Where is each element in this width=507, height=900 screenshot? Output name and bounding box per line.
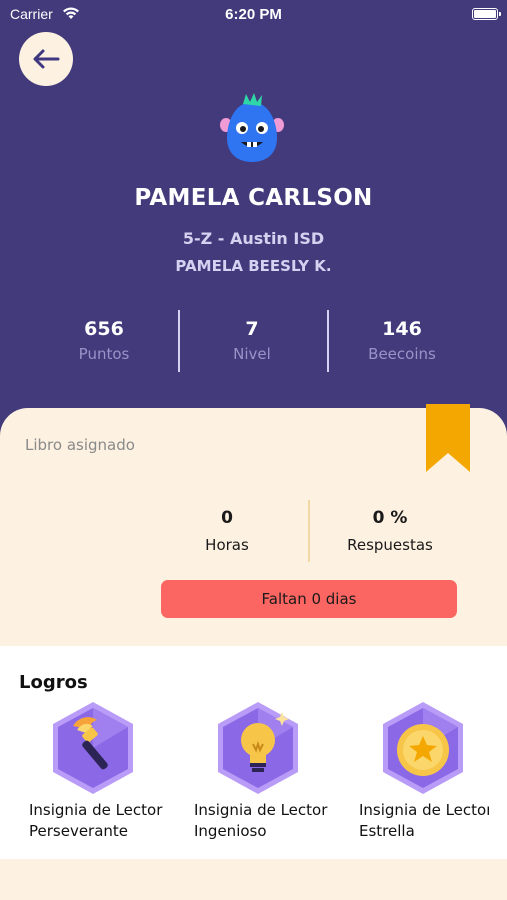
arrow-left-icon [33, 49, 60, 69]
monster-avatar [220, 93, 284, 162]
battery-icon [472, 8, 501, 20]
badge-label: Insignia de Lector Perseverante [29, 801, 163, 840]
stat-value: 656 [84, 318, 124, 340]
answers-label: Respuestas [347, 536, 433, 554]
profile-header: Carrier 6:20 PM PAMELA CARLSON 5-Z - Aus… [0, 0, 507, 440]
status-bar: Carrier 6:20 PM [0, 0, 507, 30]
class-school: 5-Z - Austin ISD [182, 229, 325, 248]
stat-label: Nivel [233, 345, 271, 363]
hours-value: 0 [221, 508, 233, 528]
clock: 6:20 PM [225, 6, 282, 23]
badge-label: Insignia de Lector Ingenioso [194, 801, 328, 840]
hours-label: Horas [205, 536, 249, 554]
achievements-title: Logros [19, 672, 88, 693]
assigned-book-label: Libro asignado [25, 436, 135, 454]
stats-row: 656 Puntos 7 Nivel 146 Beecoins [0, 310, 507, 372]
torch-icon [53, 702, 133, 794]
bookmark-icon [426, 404, 470, 472]
hours-stat: 0 Horas [187, 508, 267, 554]
lightbulb-icon [218, 702, 298, 794]
star-coin-icon [383, 702, 463, 794]
assigned-book-card[interactable]: Libro asignado 0 Horas 0 % Respuestas Fa… [0, 404, 507, 648]
days-left-badge: Faltan 0 dias [161, 580, 457, 618]
stat-value: 146 [382, 318, 422, 340]
teacher-name: PAMELA BEESLY K. [175, 257, 332, 275]
stat-label: Puntos [78, 345, 130, 363]
stat-points: 656 Puntos [24, 310, 184, 363]
stat-label: Beecoins [368, 345, 436, 363]
answers-stat: 0 % Respuestas [325, 508, 455, 554]
stat-value: 7 [245, 318, 259, 340]
stat-divider [308, 500, 310, 562]
achievements-section: Logros Insignia de Lector Perseverante I… [0, 646, 507, 859]
stat-beecoins: 146 Beecoins [322, 310, 482, 363]
badge-label: Insignia de Lector Estrella [359, 801, 489, 840]
student-name: PAMELA CARLSON [134, 185, 373, 211]
answers-value: 0 % [372, 508, 408, 528]
stat-level: 7 Nivel [172, 310, 332, 363]
back-button[interactable] [19, 32, 73, 86]
